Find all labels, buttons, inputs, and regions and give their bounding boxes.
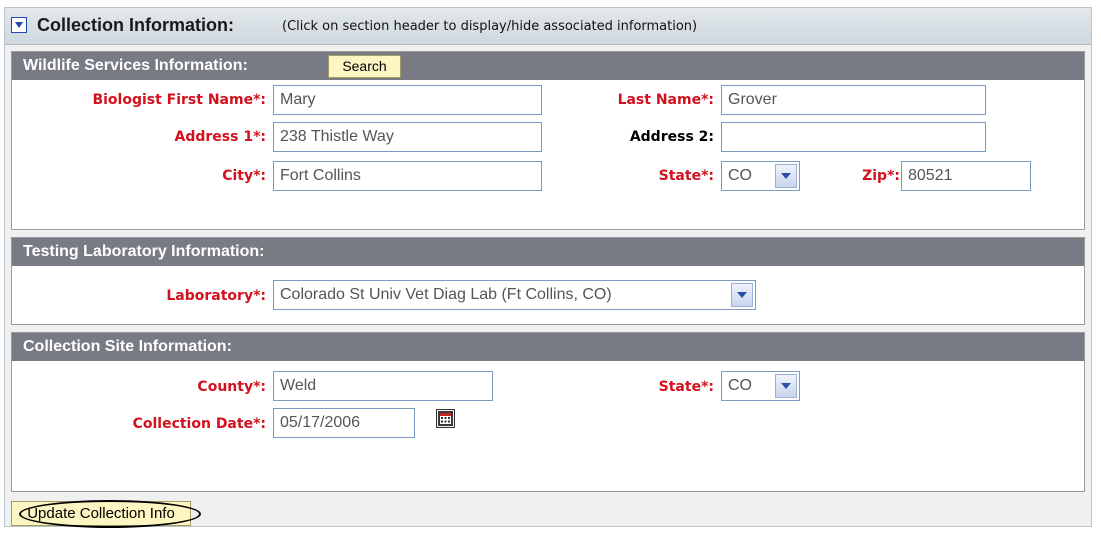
laboratory-select-value: Colorado St Univ Vet Diag Lab (Ft Collin… — [280, 286, 612, 303]
state-select[interactable]: CO — [721, 161, 800, 191]
site-state-label: State*: — [658, 379, 714, 395]
dropdown-arrow-icon[interactable] — [731, 283, 753, 307]
county-field[interactable]: Weld — [273, 371, 493, 401]
zip-field[interactable]: 80521 — [901, 161, 1031, 191]
address2-label: Address 2: — [629, 129, 714, 145]
wildlife-services-header[interactable]: Wildlife Services Information: Search — [12, 52, 1084, 80]
address1-field[interactable]: 238 Thistle Way — [273, 122, 542, 152]
testing-laboratory-section: Testing Laboratory Information: Laborato… — [11, 237, 1085, 325]
last-name-label: Last Name*: — [617, 92, 714, 108]
section-title: Collection Site Information: — [23, 338, 232, 355]
dropdown-arrow-icon[interactable] — [775, 164, 797, 188]
search-button[interactable]: Search — [328, 55, 401, 78]
testing-laboratory-header[interactable]: Testing Laboratory Information: — [12, 238, 1084, 266]
county-label: County*: — [197, 379, 266, 395]
site-state-select[interactable]: CO — [721, 371, 800, 401]
collection-information-panel: Collection Information: (Click on sectio… — [4, 7, 1092, 528]
chevron-down-icon[interactable] — [11, 17, 27, 33]
collection-site-header[interactable]: Collection Site Information: — [12, 333, 1084, 361]
laboratory-label: Laboratory*: — [166, 288, 266, 304]
update-collection-info-button[interactable]: Update Collection Info — [11, 501, 191, 526]
section-title: Testing Laboratory Information: — [23, 243, 265, 260]
collection-date-label: Collection Date*: — [132, 416, 266, 432]
first-name-label: Biologist First Name*: — [92, 92, 266, 108]
dropdown-arrow-icon[interactable] — [775, 374, 797, 398]
calendar-icon[interactable] — [436, 409, 455, 428]
section-title: Wildlife Services Information: — [23, 57, 248, 74]
laboratory-select[interactable]: Colorado St Univ Vet Diag Lab (Ft Collin… — [273, 280, 756, 310]
last-name-field[interactable]: Grover — [721, 85, 986, 115]
section-hint: (Click on section header to display/hide… — [282, 19, 698, 34]
first-name-field[interactable]: Mary — [273, 85, 542, 115]
wildlife-services-section: Wildlife Services Information: Search Bi… — [11, 51, 1085, 230]
site-state-select-value: CO — [728, 377, 752, 394]
collection-information-header[interactable]: Collection Information: (Click on sectio… — [5, 8, 1091, 45]
zip-label: Zip*: — [862, 168, 900, 184]
state-select-value: CO — [728, 167, 752, 184]
collection-date-field[interactable]: 05/17/2006 — [273, 408, 415, 438]
address2-field[interactable] — [721, 122, 986, 152]
state-label: State*: — [658, 168, 714, 184]
collection-site-section: Collection Site Information: County*: We… — [11, 332, 1085, 492]
city-field[interactable]: Fort Collins — [273, 161, 542, 191]
city-label: City*: — [222, 168, 266, 184]
page-title: Collection Information: — [37, 15, 234, 35]
address1-label: Address 1*: — [174, 129, 266, 145]
